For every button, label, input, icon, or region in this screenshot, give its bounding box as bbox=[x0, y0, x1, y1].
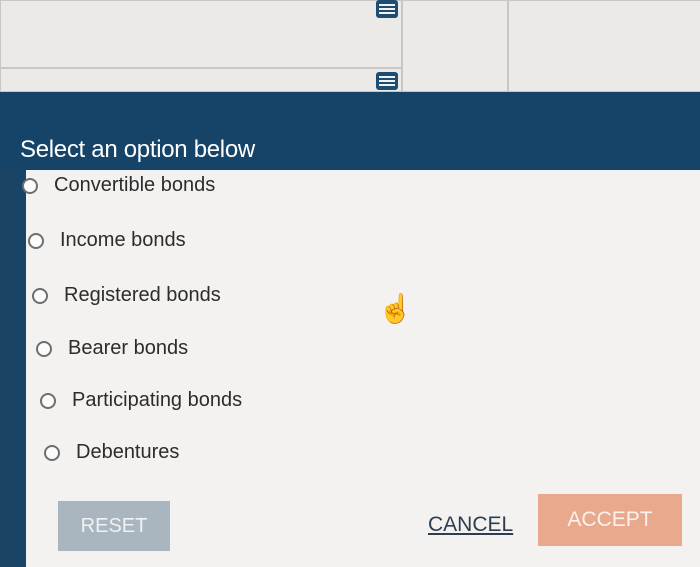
dialog-title: Select an option below bbox=[20, 136, 255, 163]
radio-button[interactable] bbox=[36, 340, 52, 357]
option-label: Debentures bbox=[76, 441, 180, 463]
option-debentures[interactable]: Debentures bbox=[44, 441, 179, 464]
radio-button[interactable] bbox=[44, 444, 60, 461]
radio-button[interactable] bbox=[40, 392, 56, 409]
reset-button[interactable]: RESET bbox=[58, 501, 170, 551]
option-label: Income bonds bbox=[60, 229, 186, 251]
option-label: Bearer bonds bbox=[68, 337, 189, 359]
radio-button[interactable] bbox=[22, 177, 38, 194]
list-icon[interactable] bbox=[376, 72, 398, 90]
radio-button[interactable] bbox=[32, 287, 48, 304]
option-bearer-bonds[interactable]: Bearer bonds bbox=[36, 337, 188, 360]
option-label: Participating bonds bbox=[72, 389, 243, 411]
background-cell bbox=[508, 0, 700, 92]
option-registered-bonds[interactable]: Registered bonds bbox=[32, 284, 221, 307]
option-convertible-bonds[interactable]: Convertible bonds bbox=[22, 174, 215, 197]
list-icon[interactable] bbox=[376, 0, 398, 18]
accept-button[interactable]: ACCEPT bbox=[538, 494, 682, 546]
pointer-hand-icon: ☝ bbox=[378, 293, 413, 324]
option-participating-bonds[interactable]: Participating bonds bbox=[40, 389, 242, 412]
background-cell bbox=[402, 0, 508, 92]
dialog-header: Select an option below bbox=[0, 92, 700, 170]
radio-button[interactable] bbox=[28, 232, 44, 249]
cancel-button[interactable]: CANCEL bbox=[424, 508, 517, 542]
option-income-bonds[interactable]: Income bonds bbox=[28, 229, 186, 252]
option-label: Convertible bonds bbox=[54, 174, 216, 196]
option-label: Registered bonds bbox=[64, 284, 221, 306]
background-cell bbox=[0, 0, 402, 68]
background-cell bbox=[0, 68, 402, 92]
